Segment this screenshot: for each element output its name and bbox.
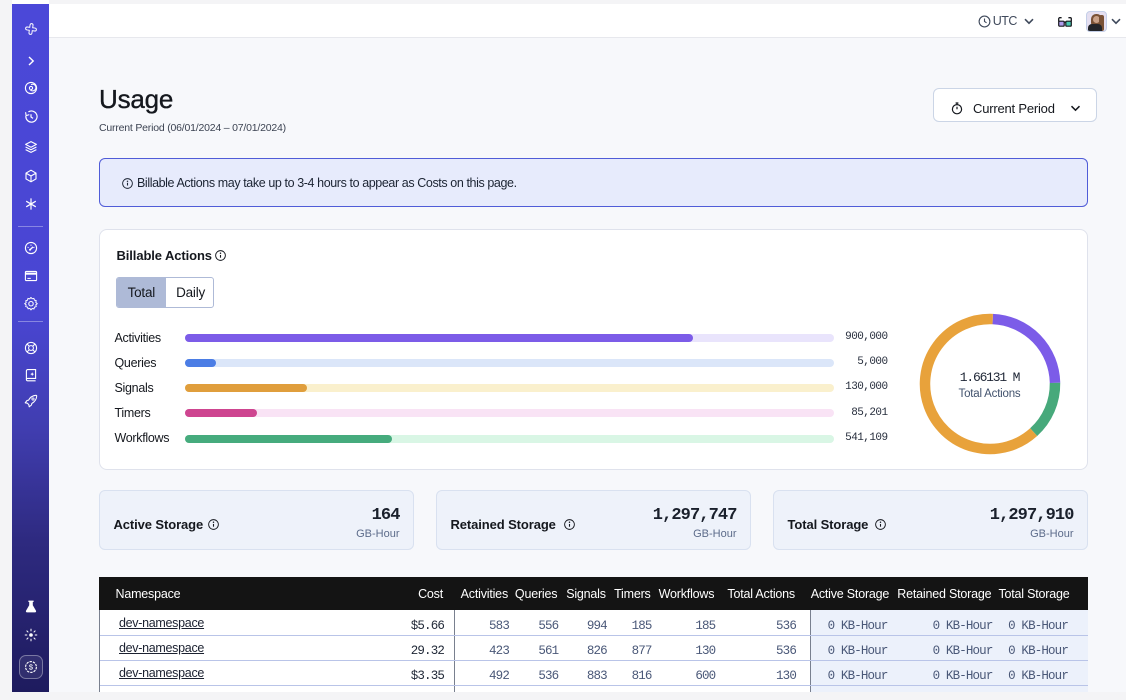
svg-text:$: $ [28, 662, 33, 671]
